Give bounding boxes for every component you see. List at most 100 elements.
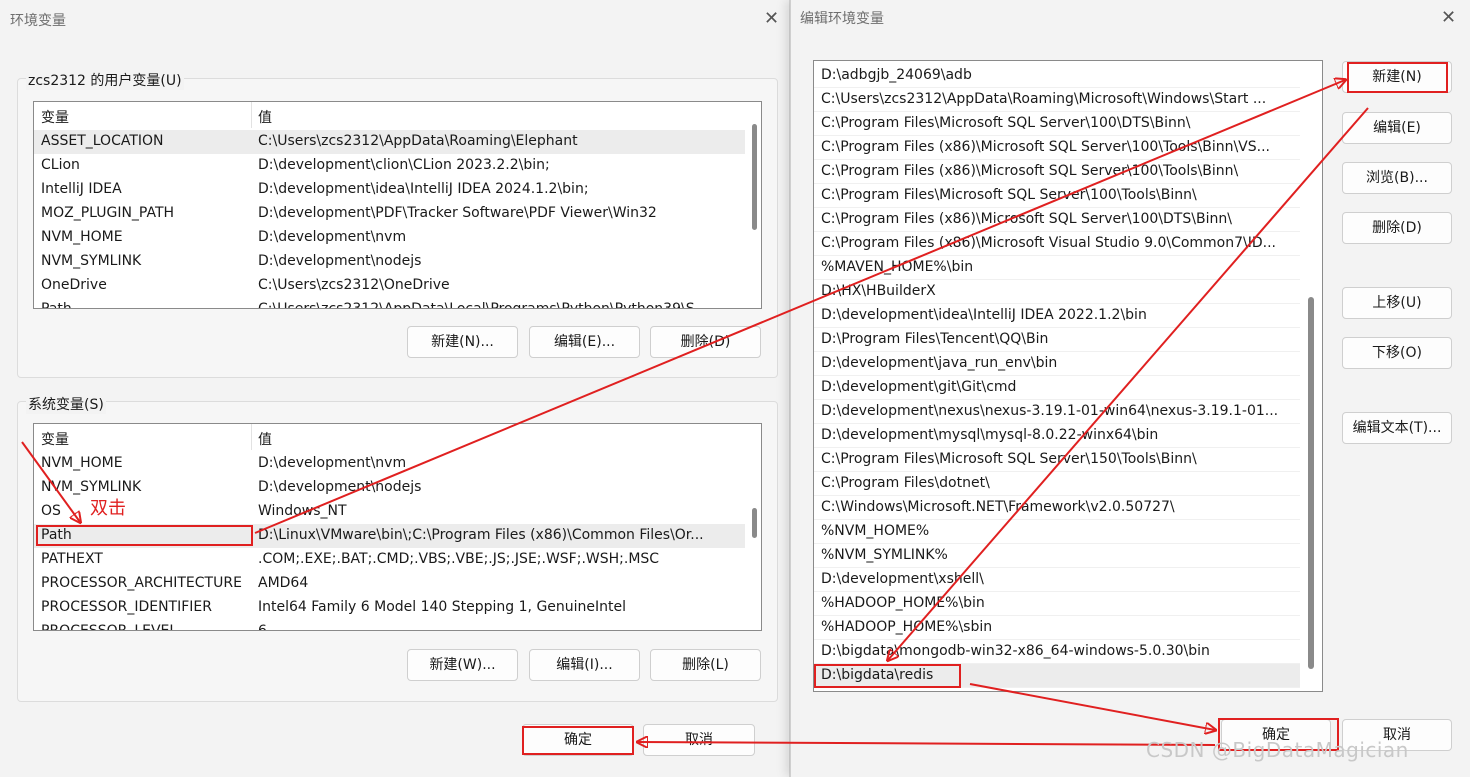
user-new-button[interactable]: 新建(N)... bbox=[407, 326, 518, 358]
system-variables-table[interactable]: 变量 值 NVM_HOME D:\development\nvm NVM_SYMLI… bbox=[33, 423, 762, 631]
scrollbar-thumb[interactable] bbox=[752, 124, 757, 230]
path-entry[interactable]: D:\bigdata\redis bbox=[814, 664, 1300, 688]
path-entry[interactable]: C:\Program Files\Microsoft SQL Server\10… bbox=[814, 184, 1300, 208]
table-row[interactable]: ASSET_LOCATION C:\Users\zcs2312\AppData\R… bbox=[34, 130, 745, 154]
new-entry-button[interactable]: 新建(N) bbox=[1342, 61, 1452, 93]
table-row[interactable]: PROCESSOR_LEVEL 6 bbox=[34, 620, 745, 631]
system-delete-button[interactable]: 删除(L) bbox=[650, 649, 761, 681]
path-entry[interactable]: %NVM_SYMLINK% bbox=[814, 544, 1300, 568]
close-icon[interactable]: ✕ bbox=[764, 10, 779, 28]
path-entry[interactable]: %HADOOP_HOME%\sbin bbox=[814, 616, 1300, 640]
user-variables-table[interactable]: 变量 值 ASSET_LOCATION C:\Users\zcs2312\AppD… bbox=[33, 101, 762, 309]
table-row[interactable]: Path D:\Linux\VMware\bin\;C:\Program File… bbox=[34, 524, 745, 548]
variable-value: C:\Users\zcs2312\AppData\Roaming\Elephan… bbox=[258, 133, 578, 149]
table-row[interactable]: OS Windows_NT bbox=[34, 500, 745, 524]
scrollbar-thumb[interactable] bbox=[1308, 297, 1314, 669]
path-entry[interactable]: C:\Windows\Microsoft.NET\Framework\v2.0.… bbox=[814, 496, 1300, 520]
path-entry[interactable]: D:\adbgjb_24069\adb bbox=[814, 64, 1300, 88]
table-row[interactable]: PATHEXT .COM;.EXE;.BAT;.CMD;.VBS;.VBE;.JS… bbox=[34, 548, 745, 572]
close-icon[interactable]: ✕ bbox=[1441, 9, 1456, 27]
path-entry[interactable]: %NVM_HOME% bbox=[814, 520, 1300, 544]
variable-value: 6 bbox=[258, 623, 267, 631]
path-entry[interactable]: C:\Program Files (x86)\Microsoft SQL Ser… bbox=[814, 208, 1300, 232]
edit-text-button[interactable]: 编辑文本(T)... bbox=[1342, 412, 1452, 444]
table-row[interactable]: Path C:\Users\zcs2312\AppData\Local\Progr… bbox=[34, 298, 745, 309]
table-row[interactable]: PROCESSOR_IDENTIFIER Intel64 Family 6 Mod… bbox=[34, 596, 745, 620]
delete-entry-button[interactable]: 删除(D) bbox=[1342, 212, 1452, 244]
variable-value: D:\development\idea\IntelliJ IDEA 2024.1… bbox=[258, 181, 589, 197]
table-row[interactable]: PROCESSOR_ARCHITECTURE AMD64 bbox=[34, 572, 745, 596]
path-entry-text: C:\Program Files (x86)\Microsoft Visual … bbox=[821, 235, 1277, 251]
variable-value: C:\Users\zcs2312\AppData\Local\Programs\… bbox=[258, 301, 708, 309]
path-entry[interactable]: D:\development\git\Git\cmd bbox=[814, 376, 1300, 400]
path-entry[interactable]: %HADOOP_HOME%\bin bbox=[814, 592, 1300, 616]
scrollbar-thumb[interactable] bbox=[752, 508, 757, 538]
column-header-name[interactable]: 变量 bbox=[41, 107, 69, 127]
path-entry[interactable]: C:\Program Files (x86)\Microsoft SQL Ser… bbox=[814, 136, 1300, 160]
path-entry[interactable]: D:\development\idea\IntelliJ IDEA 2022.1… bbox=[814, 304, 1300, 328]
variable-value: D:\development\nvm bbox=[258, 229, 407, 245]
path-entry[interactable]: C:\Program Files\Microsoft SQL Server\10… bbox=[814, 112, 1300, 136]
user-delete-button[interactable]: 删除(D) bbox=[650, 326, 761, 358]
column-header-value[interactable]: 值 bbox=[258, 429, 272, 449]
path-entry[interactable]: D:\bigdata\mongodb-win32-x86_64-windows-… bbox=[814, 640, 1300, 664]
path-entry[interactable]: D:\development\java_run_env\bin bbox=[814, 352, 1300, 376]
move-up-button[interactable]: 上移(U) bbox=[1342, 287, 1452, 319]
variable-value: Intel64 Family 6 Model 140 Stepping 1, G… bbox=[258, 599, 627, 615]
path-entry[interactable]: D:\Program Files\Tencent\QQ\Bin bbox=[814, 328, 1300, 352]
variable-value: D:\development\nvm bbox=[258, 455, 407, 471]
path-entry[interactable]: D:\development\mysql\mysql-8.0.22-winx64… bbox=[814, 424, 1300, 448]
path-entry-text: D:\development\idea\IntelliJ IDEA 2022.1… bbox=[821, 307, 1147, 323]
user-edit-button[interactable]: 编辑(E)... bbox=[529, 326, 640, 358]
path-entry[interactable]: C:\Program Files\dotnet\ bbox=[814, 472, 1300, 496]
path-entry[interactable]: C:\Program Files (x86)\Microsoft SQL Ser… bbox=[814, 160, 1300, 184]
table-row[interactable]: IntelliJ IDEA D:\development\idea\Intelli… bbox=[34, 178, 745, 202]
ok-button[interactable]: 确定 bbox=[522, 724, 634, 756]
table-row[interactable]: NVM_SYMLINK D:\development\nodejs bbox=[34, 250, 745, 274]
table-row[interactable]: NVM_SYMLINK D:\development\nodejs bbox=[34, 476, 745, 500]
variable-name: IntelliJ IDEA bbox=[41, 181, 122, 197]
variable-name: PROCESSOR_LEVEL bbox=[41, 623, 178, 631]
path-entry-text: D:\development\nexus\nexus-3.19.1-01-win… bbox=[821, 403, 1279, 419]
system-edit-button[interactable]: 编辑(I)... bbox=[529, 649, 640, 681]
variable-name: OneDrive bbox=[41, 277, 107, 293]
variable-name: NVM_SYMLINK bbox=[41, 253, 142, 269]
column-header-name[interactable]: 变量 bbox=[41, 429, 69, 449]
table-row[interactable]: OneDrive C:\Users\zcs2312\OneDrive bbox=[34, 274, 745, 298]
column-divider[interactable] bbox=[251, 424, 252, 450]
watermark: CSDN @BigDataMagician bbox=[1146, 738, 1409, 762]
table-row[interactable]: CLion D:\development\clion\CLion 2023.2.2… bbox=[34, 154, 745, 178]
edit-entry-button[interactable]: 编辑(E) bbox=[1342, 112, 1452, 144]
path-entry[interactable]: C:\Users\zcs2312\AppData\Roaming\Microso… bbox=[814, 88, 1300, 112]
path-entry-text: D:\HX\HBuilderX bbox=[821, 283, 936, 299]
variable-value: D:\development\clion\CLion 2023.2.2\bin; bbox=[258, 157, 550, 173]
path-entry[interactable]: C:\Program Files (x86)\Microsoft Visual … bbox=[814, 232, 1300, 256]
browse-button[interactable]: 浏览(B)... bbox=[1342, 162, 1452, 194]
move-down-button[interactable]: 下移(O) bbox=[1342, 337, 1452, 369]
path-entry[interactable]: D:\development\nexus\nexus-3.19.1-01-win… bbox=[814, 400, 1300, 424]
table-row[interactable]: NVM_HOME D:\development\nvm bbox=[34, 452, 745, 476]
path-entry[interactable]: %MAVEN_HOME%\bin bbox=[814, 256, 1300, 280]
column-divider[interactable] bbox=[251, 102, 252, 128]
variable-value: AMD64 bbox=[258, 575, 309, 591]
path-entry-list[interactable]: D:\adbgjb_24069\adb C:\Users\zcs2312\AppD… bbox=[813, 60, 1323, 692]
path-entry[interactable]: D:\development\xshell\ bbox=[814, 568, 1300, 592]
path-entry-text: C:\Windows\Microsoft.NET\Framework\v2.0.… bbox=[821, 499, 1175, 515]
path-entry-text: C:\Program Files (x86)\Microsoft SQL Ser… bbox=[821, 211, 1232, 227]
column-header-value[interactable]: 值 bbox=[258, 107, 272, 127]
variable-name: ASSET_LOCATION bbox=[41, 133, 164, 149]
path-entry[interactable]: D:\HX\HBuilderX bbox=[814, 280, 1300, 304]
system-new-button[interactable]: 新建(W)... bbox=[407, 649, 518, 681]
path-entry-text: C:\Program Files\dotnet\ bbox=[821, 475, 990, 491]
variable-name: PROCESSOR_IDENTIFIER bbox=[41, 599, 212, 615]
path-entry-text: D:\adbgjb_24069\adb bbox=[821, 67, 972, 83]
table-row[interactable]: NVM_HOME D:\development\nvm bbox=[34, 226, 745, 250]
path-entry-text: %NVM_HOME% bbox=[821, 523, 930, 539]
table-header: 变量 值 bbox=[34, 102, 761, 128]
path-entry[interactable]: C:\Program Files\Microsoft SQL Server\15… bbox=[814, 448, 1300, 472]
variable-name: NVM_HOME bbox=[41, 229, 123, 245]
window-title: 编辑环境变量 bbox=[800, 11, 884, 27]
path-entry-text: %NVM_SYMLINK% bbox=[821, 547, 948, 563]
cancel-button[interactable]: 取消 bbox=[643, 724, 755, 756]
table-row[interactable]: MOZ_PLUGIN_PATH D:\development\PDF\Tracke… bbox=[34, 202, 745, 226]
